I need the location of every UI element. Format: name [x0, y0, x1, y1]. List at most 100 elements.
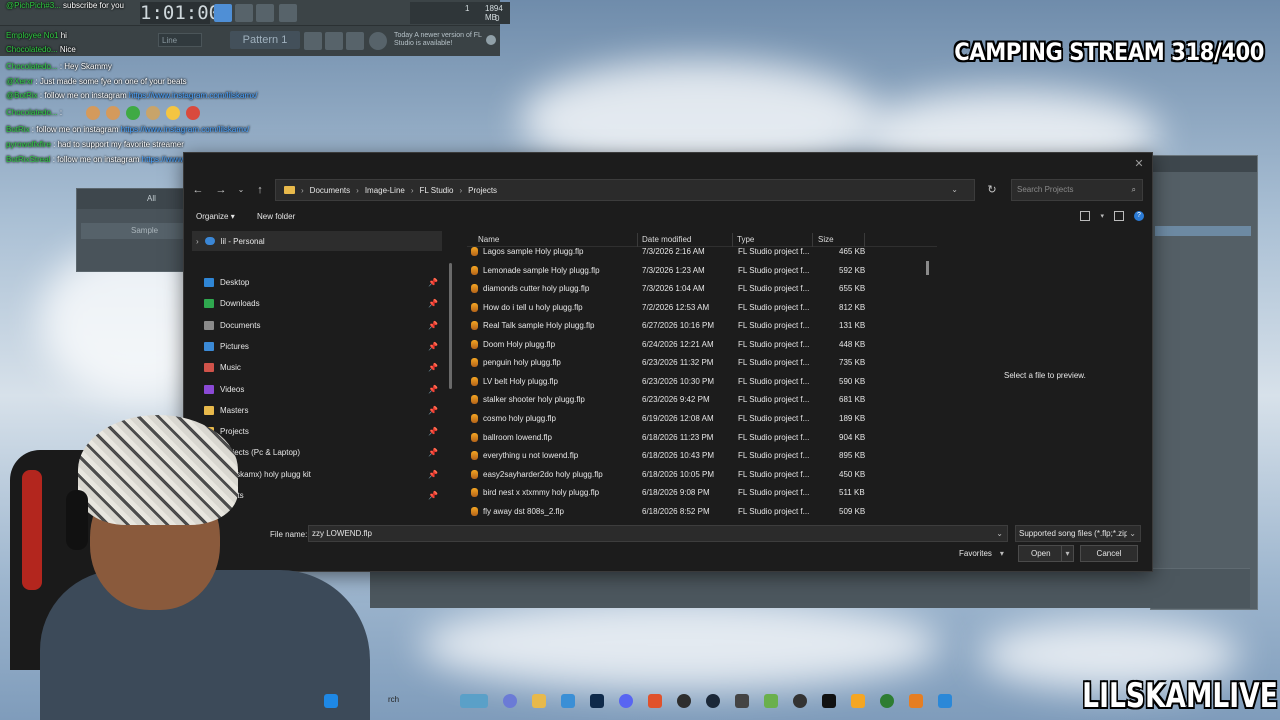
copilot-icon[interactable]: [503, 694, 517, 708]
expand-chevron-icon[interactable]: ›: [196, 237, 199, 246]
widgets-icon[interactable]: [460, 694, 488, 708]
breadcrumb-documents[interactable]: Documents: [310, 186, 350, 195]
file-explorer-icon[interactable]: [532, 694, 546, 708]
favorites-button[interactable]: Favorites ▾: [959, 549, 1004, 558]
close-icon[interactable]: ✕: [1132, 157, 1146, 171]
file-row[interactable]: stalker shooter holy plugg.flp 6/23/2026 …: [467, 391, 937, 409]
file-row[interactable]: How do i tell u holy plugg.flp 7/2/2026 1…: [467, 299, 937, 317]
dialog-title-bar[interactable]: ✕: [184, 153, 1152, 175]
file-row[interactable]: Lemonade sample Holy plugg.flp 7/3/2026 1…: [467, 262, 937, 280]
brave-icon[interactable]: [648, 694, 662, 708]
forward-icon[interactable]: →: [213, 182, 229, 198]
breadcrumb-image-line[interactable]: Image-Line: [365, 186, 405, 195]
capcut-icon[interactable]: [822, 694, 836, 708]
file-row[interactable]: everything u not lowend.flp 6/18/2026 10:…: [467, 447, 937, 465]
file-row[interactable]: Real Talk sample Holy plugg.flp 6/27/2026…: [467, 317, 937, 335]
photoshop-icon[interactable]: [590, 694, 604, 708]
pin-icon[interactable]: 📌: [428, 448, 438, 457]
snap-mode-select[interactable]: Line: [158, 33, 202, 47]
organize-button[interactable]: Organize ▾: [196, 212, 235, 221]
pattern-song-toggle-icon[interactable]: [214, 4, 232, 22]
pin-icon[interactable]: 📌: [428, 491, 438, 500]
app-icon[interactable]: [764, 694, 778, 708]
chrome-icon[interactable]: [677, 694, 691, 708]
file-date: 6/27/2026 10:16 PM: [642, 321, 715, 331]
step-icon[interactable]: [235, 4, 253, 22]
file-row[interactable]: Lagos sample Holy plugg.flp 7/3/2026 2:16…: [467, 243, 937, 261]
pin-icon[interactable]: 📌: [428, 278, 438, 287]
notification-dismiss-icon[interactable]: [486, 35, 496, 45]
file-name-input[interactable]: zzy LOWEND.flp ⌄: [308, 525, 1008, 542]
file-row[interactable]: penguin holy plugg.flp 6/23/2026 11:32 PM…: [467, 354, 937, 372]
pin-icon[interactable]: 📌: [428, 342, 438, 351]
refresh-icon[interactable]: ↻: [984, 182, 1000, 198]
online-icon[interactable]: [369, 32, 387, 50]
channel-sample[interactable]: Sample: [81, 223, 191, 239]
nav-item[interactable]: Downloads 📌: [204, 294, 444, 312]
address-dropdown-icon[interactable]: ⌄: [951, 185, 958, 194]
pin-icon[interactable]: 📌: [428, 406, 438, 415]
onedrive-item[interactable]: › lil - Personal: [192, 231, 442, 251]
file-name-dropdown-icon[interactable]: ⌄: [996, 526, 1003, 541]
pin-icon[interactable]: 📌: [428, 299, 438, 308]
nav-item[interactable]: Music 📌: [204, 358, 444, 376]
fl-studio-icon[interactable]: [851, 694, 865, 708]
open-dropdown-icon[interactable]: ▾: [1061, 546, 1073, 561]
pin-icon[interactable]: 📌: [428, 470, 438, 479]
tool-icon[interactable]: [346, 32, 364, 50]
file-list-scrollbar[interactable]: [926, 261, 929, 275]
pin-icon[interactable]: 📌: [428, 385, 438, 394]
discord-icon[interactable]: [619, 694, 633, 708]
steam-icon[interactable]: [706, 694, 720, 708]
app-icon[interactable]: [938, 694, 952, 708]
store-icon[interactable]: [561, 694, 575, 708]
breadcrumb-projects[interactable]: Projects: [468, 186, 497, 195]
nav-item[interactable]: Pictures 📌: [204, 337, 444, 355]
pin-icon[interactable]: 📌: [428, 321, 438, 330]
tool-icon[interactable]: [304, 32, 322, 50]
view-mode-icon[interactable]: [1080, 211, 1091, 221]
up-icon[interactable]: ↑: [252, 182, 268, 198]
app-icon[interactable]: [880, 694, 894, 708]
file-row[interactable]: cosmo holy plugg.flp 6/19/2026 12:08 AM FL…: [467, 410, 937, 428]
search-input[interactable]: Search Projects ⌕: [1011, 179, 1143, 201]
cancel-button[interactable]: Cancel: [1080, 545, 1138, 562]
app-icon[interactable]: [735, 694, 749, 708]
metronome-icon[interactable]: [256, 4, 274, 22]
file-row[interactable]: LV belt Holy plugg.flp 6/23/2026 10:30 PM…: [467, 373, 937, 391]
new-folder-button[interactable]: New folder: [257, 212, 295, 221]
help-icon[interactable]: ?: [1134, 211, 1144, 221]
view-dropdown-icon[interactable]: ▾: [1100, 212, 1104, 220]
preview-pane-icon[interactable]: [1114, 211, 1124, 221]
file-name: Real Talk sample Holy plugg.flp: [483, 321, 595, 331]
file-row[interactable]: fly away dst 808s_2.flp 6/18/2026 8:52 PM…: [467, 503, 937, 517]
taskbar-search[interactable]: rch: [388, 695, 399, 704]
back-icon[interactable]: ←: [190, 182, 206, 198]
address-bar[interactable]: › Documents › Image-Line › FL Studio › P…: [275, 179, 975, 201]
file-row[interactable]: easy2sayharder2do holy plugg.flp 6/18/202…: [467, 466, 937, 484]
update-notification[interactable]: Today A newer version of FL Studio is av…: [390, 29, 500, 53]
nav-scrollbar[interactable]: [449, 263, 452, 389]
nav-item[interactable]: Desktop 📌: [204, 273, 444, 291]
file-row[interactable]: bird nest x xtxmmy holy plugg.flp 6/18/20…: [467, 484, 937, 502]
file-row[interactable]: ballroom lowend.flp 6/18/2026 11:23 PM FL …: [467, 429, 937, 447]
record-icon[interactable]: [279, 4, 297, 22]
channel-rack-tab[interactable]: All: [77, 189, 195, 209]
fl-studio-icon[interactable]: [909, 694, 923, 708]
file-type-dropdown-icon[interactable]: ⌄: [1127, 526, 1136, 541]
pin-icon[interactable]: 📌: [428, 427, 438, 436]
file-row[interactable]: Doom Holy plugg.flp 6/24/2026 12:21 AM FL …: [467, 336, 937, 354]
file-row[interactable]: diamonds cutter holy plugg.flp 7/3/2026 1…: [467, 280, 937, 298]
tool-icon[interactable]: [325, 32, 343, 50]
windows-start-icon[interactable]: [324, 694, 338, 708]
pattern-selector[interactable]: Pattern 1: [230, 31, 300, 49]
nav-item[interactable]: Videos 📌: [204, 380, 444, 398]
file-type-select[interactable]: Supported song files (*.flp;*.zip; ⌄: [1015, 525, 1141, 542]
breadcrumb-fl-studio[interactable]: FL Studio: [420, 186, 454, 195]
song-time[interactable]: 1:01:00: [140, 2, 220, 24]
pin-icon[interactable]: 📌: [428, 363, 438, 372]
open-button[interactable]: Open ▾: [1018, 545, 1074, 562]
app-icon[interactable]: [793, 694, 807, 708]
nav-item[interactable]: Documents 📌: [204, 316, 444, 334]
recent-locations-icon[interactable]: ⌄: [233, 182, 249, 198]
